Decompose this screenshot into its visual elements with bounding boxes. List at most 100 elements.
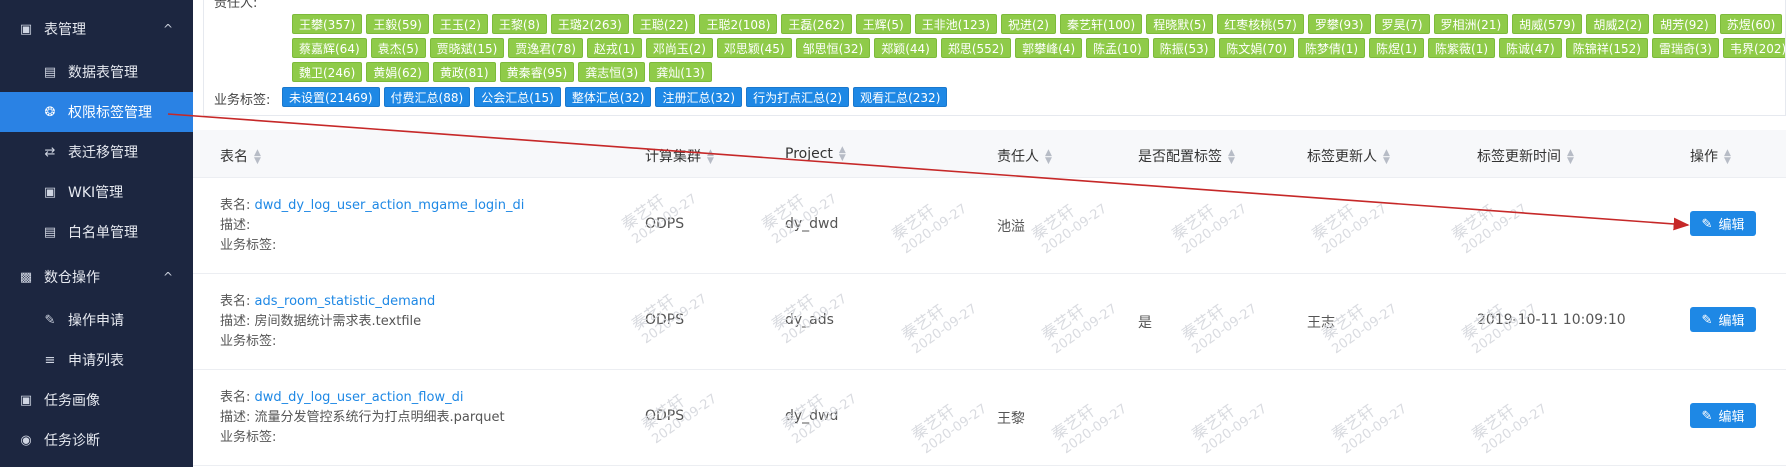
owner-tag[interactable]: 邓思颖(45) <box>716 38 792 58</box>
header-cluster[interactable]: 计算集群 ▲ ▼ <box>645 146 714 166</box>
owner-tag[interactable]: 胡威2(2) <box>1586 14 1650 34</box>
edit-icon: ✎ <box>1701 311 1713 327</box>
header-updater[interactable]: 标签更新人 ▲ ▼ <box>1307 146 1390 166</box>
owner-tag[interactable]: 王磊(262) <box>781 14 852 34</box>
owner-tag[interactable]: 陈孟(10) <box>1086 38 1149 58</box>
owner-tag[interactable]: 袁杰(5) <box>370 38 426 58</box>
sidebar-item-wki[interactable]: ▣ WKI管理 <box>0 172 193 212</box>
sidebar-item-task-portrait[interactable]: ▣ 任务画像 <box>0 380 193 420</box>
biz-tag[interactable]: 公会汇总(15) <box>474 87 561 107</box>
header-configured[interactable]: 是否配置标签 ▲ ▼ <box>1138 146 1235 166</box>
header-owner[interactable]: 责任人 ▲ ▼ <box>997 146 1052 166</box>
sidebar-item-whitelist[interactable]: ▤ 白名单管理 <box>0 212 193 252</box>
owner-tag[interactable]: 黄政(81) <box>432 62 496 82</box>
picture-icon: ▣ <box>19 392 33 408</box>
owner-tag[interactable]: 王毅(59) <box>366 14 429 34</box>
owner-tag[interactable]: 胡芳(92) <box>1653 14 1716 34</box>
table-name-link[interactable]: dwd_dy_log_user_action_mgame_login_di <box>255 198 525 213</box>
sort-icon[interactable]: ▲ ▼ <box>1045 149 1052 166</box>
cell-updater: 王志 <box>1307 315 1335 331</box>
owner-tag[interactable]: 郑颖(44) <box>874 38 937 58</box>
owner-tag[interactable]: 韦界(202) <box>1722 38 1785 58</box>
owner-tag[interactable]: 魏卫(246) <box>292 62 363 82</box>
sort-icon[interactable]: ▲ ▼ <box>1383 149 1390 166</box>
header-project[interactable]: Project ▲ ▼ <box>785 146 846 163</box>
sidebar-item-warehouse-ops[interactable]: ▩ 数仓操作 ^ <box>0 257 193 297</box>
biz-tag[interactable]: 未设置(21469) <box>282 87 380 107</box>
sort-icon[interactable]: ▲ ▼ <box>254 149 261 166</box>
sort-icon[interactable]: ▲ ▼ <box>707 149 714 166</box>
owner-tag[interactable]: 王辉(5) <box>855 14 911 34</box>
sidebar-item-table-management[interactable]: ▣ 表管理 ^ <box>0 9 193 49</box>
sort-icon[interactable]: ▲ ▼ <box>1724 149 1731 166</box>
owner-tag[interactable]: 胡威(579) <box>1512 14 1583 34</box>
owner-tag[interactable]: 龚志恒(3) <box>578 62 646 82</box>
owner-tag[interactable]: 红枣核桃(57) <box>1217 14 1304 34</box>
biz-tag[interactable]: 观看汇总(232) <box>853 87 948 107</box>
header-table-name[interactable]: 表名 ▲ ▼ <box>220 146 261 166</box>
sidebar-item-operation-request[interactable]: ✎ 操作申请 <box>0 300 193 340</box>
owner-tag[interactable]: 王璐2(263) <box>550 14 629 34</box>
owner-tag[interactable]: 王攀(357) <box>292 14 363 34</box>
owner-tag[interactable]: 陈紫薇(1) <box>1428 38 1496 58</box>
owner-tag[interactable]: 苏煜(60) <box>1719 14 1783 34</box>
sort-icon[interactable]: ▲ ▼ <box>839 146 846 163</box>
owner-tag[interactable]: 陈文娟(70) <box>1219 38 1295 58</box>
table-name-link[interactable]: ads_room_statistic_demand <box>255 294 436 309</box>
edit-button[interactable]: ✎ 编辑 <box>1690 211 1756 236</box>
owner-tag[interactable]: 陈锦祥(152) <box>1565 38 1648 58</box>
owner-tag[interactable]: 贾逸君(78) <box>508 38 583 58</box>
owner-tag[interactable]: 黄秦睿(95) <box>499 62 575 82</box>
owner-tag[interactable]: 陈梦倩(1) <box>1298 38 1366 58</box>
sidebar-item-label: 权限标签管理 <box>68 105 152 121</box>
sidebar-item-table-migration[interactable]: ⇄ 表迁移管理 <box>0 132 193 172</box>
biz-tag[interactable]: 整体汇总(32) <box>564 87 652 107</box>
owner-tag[interactable]: 龚灿(13) <box>649 62 712 82</box>
owner-tag[interactable]: 赵戎(1) <box>586 38 642 58</box>
sort-icon[interactable]: ▲ ▼ <box>1567 149 1574 166</box>
cell-cluster: ODPS <box>645 408 685 424</box>
owner-tag[interactable]: 罗攀(93) <box>1307 14 1371 34</box>
owner-tag[interactable]: 陈振(53) <box>1152 38 1216 58</box>
header-updated-time[interactable]: 标签更新时间 ▲ ▼ <box>1477 146 1574 166</box>
table-row: 表名: dwd_dy_log_user_action_flow_di 描述: 流… <box>193 370 1786 466</box>
header-action[interactable]: 操作 ▲ ▼ <box>1690 146 1731 166</box>
owner-tag[interactable]: 郑思(552) <box>940 38 1012 58</box>
biz-tag[interactable]: 注册汇总(32) <box>655 87 743 107</box>
sidebar-item-data-tables[interactable]: ▤ 数据表管理 <box>0 52 193 92</box>
owner-tag[interactable]: 王聪(22) <box>632 14 696 34</box>
owner-tag[interactable]: 邓尚玉(2) <box>645 38 713 58</box>
sidebar-item-label: 操作申请 <box>68 313 124 329</box>
sync-icon: ⇄ <box>44 144 56 160</box>
sidebar-item-label: 申请列表 <box>68 353 124 369</box>
owner-tag[interactable]: 蔡嘉辉(64) <box>292 38 367 58</box>
owner-tag[interactable]: 罗相洲(21) <box>1433 14 1509 34</box>
owner-tag[interactable]: 秦艺轩(100) <box>1059 14 1143 34</box>
owner-tag[interactable]: 王非池(123) <box>914 14 997 34</box>
owner-tag[interactable]: 王黎(8) <box>491 14 547 34</box>
table-name-link[interactable]: dwd_dy_log_user_action_flow_di <box>255 390 464 405</box>
edit-button[interactable]: ✎ 编辑 <box>1690 307 1756 332</box>
owner-tag[interactable]: 陈诚(47) <box>1499 38 1562 58</box>
sidebar-item-task-diagnosis[interactable]: ◉ 任务诊断 <box>0 420 193 460</box>
cell-cluster: ODPS <box>645 216 685 232</box>
sidebar-item-request-list[interactable]: ≡ 申请列表 <box>0 340 193 380</box>
lock-icon: ▩ <box>19 269 33 285</box>
owner-tag[interactable]: 王聪2(108) <box>699 14 778 34</box>
owner-tag[interactable]: 祝进(2) <box>1000 14 1056 34</box>
owner-tag[interactable]: 黄娟(62) <box>366 62 429 82</box>
owner-tag[interactable]: 陈煜(1) <box>1369 38 1425 58</box>
biz-tag[interactable]: 付费汇总(88) <box>383 87 471 107</box>
owner-tag[interactable]: 郭攀峰(4) <box>1015 38 1083 58</box>
biz-tag[interactable]: 行为打点汇总(2) <box>746 87 850 107</box>
sidebar-item-permission-tags[interactable]: ❂ 权限标签管理 <box>0 92 193 132</box>
sort-icon[interactable]: ▲ ▼ <box>1228 149 1235 166</box>
owner-tag[interactable]: 罗昊(7) <box>1374 14 1430 34</box>
owner-tag[interactable]: 贾晓斌(15) <box>429 38 505 58</box>
owner-tag[interactable]: 邹思恒(32) <box>795 38 871 58</box>
owner-tag[interactable]: 王玉(2) <box>432 14 488 34</box>
owner-tag-row: 王攀(357) 王毅(59) 王玉(2) 王黎(8) 王璐2(263) 王聪(22) 王聪2… <box>292 14 1785 34</box>
owner-tag[interactable]: 雷瑞奇(3) <box>1651 38 1719 58</box>
edit-button[interactable]: ✎ 编辑 <box>1690 403 1756 428</box>
owner-tag[interactable]: 程晓默(5) <box>1146 14 1214 34</box>
